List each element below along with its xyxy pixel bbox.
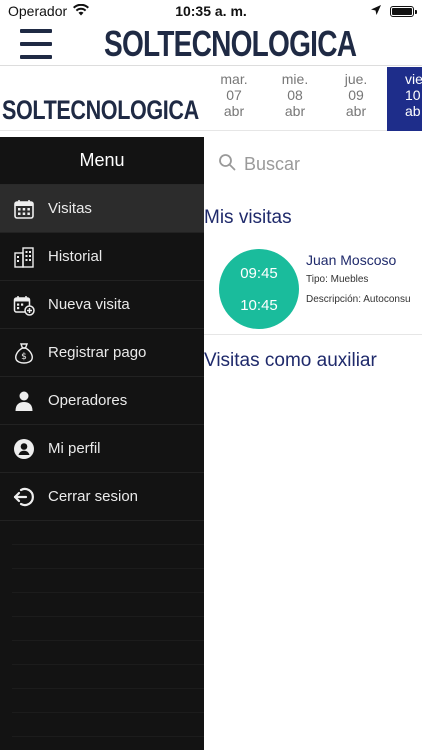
drawer-divider [12,617,204,641]
menu-item-operadores[interactable]: Operadores [0,377,204,425]
section-title-assistant-visits: Visitas como auxiliar [204,350,377,371]
buildings-icon [12,245,36,269]
money-bag-icon: $ [12,341,36,365]
drawer-divider [12,641,204,665]
visit-description: Descripción: Autoconsu [306,294,411,305]
menu-item-label: Operadores [48,392,128,409]
menu-item-label: Registrar pago [48,344,147,361]
day-number: 09 [348,87,364,103]
menu-item-label: Visitas [48,200,92,217]
hamburger-menu-button[interactable] [20,29,52,59]
drawer-title: Menu [0,137,204,185]
day-month: abr [345,103,367,119]
day-cell[interactable]: mar. 07 abr [204,71,264,119]
calendar-add-icon [12,293,36,317]
visit-card[interactable]: 09:45 10:45 Juan Moscoso Tipo: Muebles D… [204,241,422,335]
section-title-my-visits: Mis visitas [204,207,292,228]
menu-item-cerrar-sesion[interactable]: Cerrar sesion [0,473,204,521]
search-icon [218,153,236,176]
day-number: 08 [287,87,303,103]
side-drawer: Menu Visitas Historial Nueva visita $ Re… [0,137,204,750]
drawer-divider [12,665,204,689]
visit-client-name: Juan Moscoso [306,252,397,268]
menu-item-label: Nueva visita [48,296,130,313]
main-content: Buscar Mis visitas 09:45 10:45 Juan Mosc… [204,131,422,750]
menu-item-historial[interactable]: Historial [0,233,204,281]
person-icon [12,389,36,413]
day-cell-selected[interactable]: vie 10 ab [387,67,422,131]
calendar-icon [12,197,36,221]
day-month: ab [405,103,421,119]
visit-time-badge: 09:45 10:45 [219,249,299,329]
app-bar: SOLTECNOLOGICA [0,22,422,66]
day-number: 07 [226,87,242,103]
day-cell[interactable]: jue. 09 abr [326,71,386,119]
day-weekday: vie [405,71,422,87]
menu-item-nueva-visita[interactable]: Nueva visita [0,281,204,329]
drawer-divider [12,569,204,593]
menu-item-registrar-pago[interactable]: $ Registrar pago [0,329,204,377]
drawer-divider [12,713,204,737]
menu-item-label: Cerrar sesion [48,488,139,505]
status-time: 10:35 a. m. [175,3,247,19]
search-input[interactable]: Buscar [244,154,300,175]
visit-start-time: 09:45 [240,265,278,282]
day-month: abr [284,103,306,119]
hamburger-line [20,55,52,59]
profile-circle-icon [12,437,36,461]
menu-item-mi-perfil[interactable]: Mi perfil [0,425,204,473]
day-cell[interactable]: mie. 08 abr [265,71,325,119]
visit-end-time: 10:45 [240,297,278,314]
menu-item-label: Historial [48,248,103,265]
search-bar[interactable]: Buscar [218,153,300,176]
logout-icon [12,485,36,509]
drawer-divider [12,593,204,617]
day-weekday: mie. [281,71,309,87]
app-logo: SOLTECNOLOGICA [104,23,357,64]
day-number: 10 [405,87,421,103]
svg-text:$: $ [21,352,27,362]
day-month: abr [223,103,245,119]
hamburger-line [20,29,52,33]
drawer-divider [12,545,204,569]
drawer-divider [12,521,204,545]
drawer-divider [12,689,204,713]
day-weekday: mar. [220,71,248,87]
menu-item-label: Mi perfil [48,440,101,457]
status-bar: Operador 10:35 a. m. [0,0,422,22]
date-strip: SOLTECNOLOGICA mar. 07 abr mie. 08 abr j… [0,67,422,131]
visit-type: Tipo: Muebles [306,274,369,285]
battery-icon [390,5,417,17]
day-weekday: jue. [344,71,368,87]
app-screen: Operador 10:35 a. m. SOLTECNOLOGICA SOLT… [0,0,422,750]
sidebar-logo: SOLTECNOLOGICA [2,95,199,125]
hamburger-line [20,42,52,46]
menu-item-visitas[interactable]: Visitas [0,185,204,233]
